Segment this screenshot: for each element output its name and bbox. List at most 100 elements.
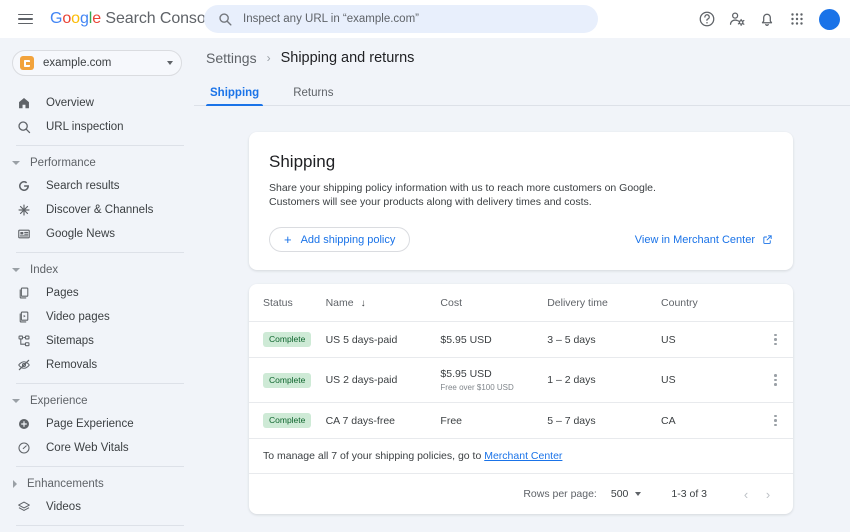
cell-status: Complete <box>249 358 326 403</box>
sidebar-item-page-experience[interactable]: Page Experience <box>0 412 194 436</box>
column-header-status[interactable]: Status <box>249 284 326 322</box>
add-shipping-policy-button[interactable]: + Add shipping policy <box>269 227 410 252</box>
cell-cost: Free <box>440 403 547 439</box>
cell-country: US <box>661 322 758 358</box>
tab-bar: Shipping Returns <box>194 76 850 106</box>
chevron-down-icon <box>12 161 20 165</box>
sidebar-divider <box>16 252 184 253</box>
sidebar-item-label: Pages <box>46 287 79 299</box>
column-header-cost[interactable]: Cost <box>440 284 547 322</box>
external-link-icon <box>762 234 773 245</box>
sidebar-item-overview[interactable]: Overview <box>0 91 194 115</box>
sidebar-item-pages[interactable]: Pages <box>0 281 194 305</box>
status-badge: Complete <box>263 413 311 428</box>
pages-icon <box>16 285 32 301</box>
sidebar-item-video-pages[interactable]: Video pages <box>0 305 194 329</box>
sidebar-divider <box>16 525 184 526</box>
notifications-bell-icon[interactable] <box>757 9 777 29</box>
sidebar-item-google-news[interactable]: Google News <box>0 222 194 246</box>
sidebar-item-search-results[interactable]: Search results <box>0 174 194 198</box>
chevron-down-icon <box>12 268 20 272</box>
row-menu-icon[interactable] <box>758 334 793 346</box>
google-logo: Google <box>50 10 101 27</box>
rows-per-page-select[interactable]: 500 <box>611 488 642 500</box>
search-input[interactable] <box>243 13 573 25</box>
column-header-delivery-time[interactable]: Delivery time <box>547 284 661 322</box>
account-settings-icon[interactable] <box>727 9 747 29</box>
cell-name: US 5 days-paid <box>326 322 441 358</box>
cell-name: US 2 days-paid <box>326 358 441 403</box>
row-menu-icon[interactable] <box>758 374 793 386</box>
hamburger-icon[interactable] <box>8 2 42 36</box>
sidebar-item-label: Video pages <box>46 311 110 323</box>
next-page-button[interactable]: › <box>757 483 779 505</box>
sidebar-group-enhancements[interactable]: Enhancements <box>0 473 194 495</box>
status-badge: Complete <box>263 373 311 388</box>
sidebar-group-experience[interactable]: Experience <box>0 390 194 412</box>
url-inspection-search[interactable] <box>204 5 598 33</box>
sort-descending-icon: ↓ <box>361 298 366 309</box>
column-header-actions <box>758 284 793 322</box>
sidebar-item-discover-channels[interactable]: Discover & Channels <box>0 198 194 222</box>
tab-shipping[interactable]: Shipping <box>206 87 263 106</box>
app-brand[interactable]: Google Search Console <box>50 10 218 28</box>
add-shipping-policy-label: Add shipping policy <box>301 234 396 246</box>
sidebar-group-label: Performance <box>30 157 96 169</box>
asterisk-icon <box>16 202 32 218</box>
property-selector[interactable]: example.com <box>12 50 182 76</box>
app-root: Google Search Console <box>0 0 850 532</box>
sidebar-item-label: Removals <box>46 359 97 371</box>
row-menu-icon[interactable] <box>758 415 793 427</box>
cost-subtext: Free over $100 USD <box>440 383 547 392</box>
sidebar-item-label: Overview <box>46 97 94 109</box>
table-head: Status Name↓ Cost Delivery time Country <box>249 284 793 322</box>
table-row[interactable]: Complete CA 7 days-free Free 5 – 7 days … <box>249 403 793 439</box>
sidebar-item-label: Search results <box>46 180 120 192</box>
sidebar-item-videos[interactable]: Videos <box>0 495 194 519</box>
sidebar-group-index[interactable]: Index <box>0 259 194 281</box>
page-title: Shipping and returns <box>281 50 415 66</box>
cell-status: Complete <box>249 322 326 358</box>
speedometer-icon <box>16 440 32 456</box>
merchant-center-link[interactable]: Merchant Center <box>484 450 562 462</box>
breadcrumb-separator-icon: › <box>267 51 271 65</box>
rows-per-page-label: Rows per page: <box>523 488 597 500</box>
manage-policies-note: To manage all 7 of your shipping policie… <box>249 439 793 474</box>
property-icon <box>20 56 34 70</box>
view-in-merchant-center-link[interactable]: View in Merchant Center <box>635 234 773 246</box>
shipping-info-card: Shipping Share your shipping policy info… <box>249 132 793 270</box>
sidebar-group-label: Experience <box>30 395 88 407</box>
table-row[interactable]: Complete US 5 days-paid $5.95 USD 3 – 5 … <box>249 322 793 358</box>
cost-value: $5.95 USD <box>440 368 491 380</box>
sidebar-item-url-inspection[interactable]: URL inspection <box>0 115 194 139</box>
cell-cost: $5.95 USD Free over $100 USD <box>440 358 547 403</box>
tab-returns[interactable]: Returns <box>289 87 337 106</box>
sidebar-item-label: Discover & Channels <box>46 204 153 216</box>
pagination-range: 1-3 of 3 <box>671 488 707 500</box>
sidebar-item-removals[interactable]: Removals <box>0 353 194 377</box>
column-header-country[interactable]: Country <box>661 284 758 322</box>
view-in-merchant-center-label: View in Merchant Center <box>635 234 755 246</box>
breadcrumb-parent[interactable]: Settings <box>206 50 257 66</box>
top-app-bar: Google Search Console <box>0 0 850 38</box>
avatar[interactable] <box>819 9 840 30</box>
cost-value: Free <box>440 415 462 427</box>
property-name: example.com <box>43 57 167 69</box>
table-row[interactable]: Complete US 2 days-paid $5.95 USD Free o… <box>249 358 793 403</box>
apps-grid-icon[interactable] <box>787 9 807 29</box>
sidebar-item-sitemaps[interactable]: Sitemaps <box>0 329 194 353</box>
previous-page-button[interactable]: ‹ <box>735 483 757 505</box>
description-line-2: Customers will see your products along w… <box>269 195 773 209</box>
sidebar-item-core-web-vitals[interactable]: Core Web Vitals <box>0 436 194 460</box>
column-header-name[interactable]: Name↓ <box>326 284 441 322</box>
cell-delivery-time: 3 – 5 days <box>547 322 661 358</box>
help-icon[interactable] <box>697 9 717 29</box>
shipping-policies-table-card: Status Name↓ Cost Delivery time Country <box>249 284 793 514</box>
sidebar-group-performance[interactable]: Performance <box>0 152 194 174</box>
table-header-row: Status Name↓ Cost Delivery time Country <box>249 284 793 322</box>
sidebar-nav: Overview URL inspection Performance Sear… <box>0 86 194 532</box>
cell-actions <box>758 322 793 358</box>
cell-country: CA <box>661 403 758 439</box>
news-icon <box>16 226 32 242</box>
plus-icon: + <box>284 233 292 246</box>
